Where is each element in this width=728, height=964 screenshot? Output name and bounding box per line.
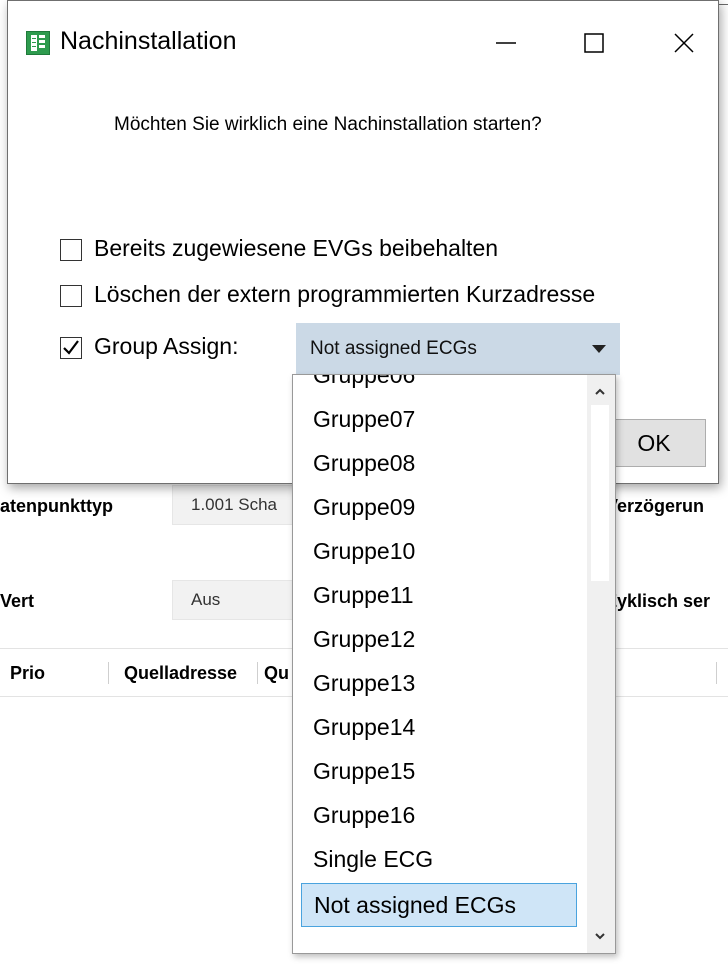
list-item[interactable]: Gruppe06 bbox=[301, 375, 577, 397]
dropdown-scrollbar[interactable] bbox=[587, 375, 615, 953]
maximize-button[interactable] bbox=[564, 17, 624, 69]
group-assign-checkbox[interactable] bbox=[60, 337, 82, 359]
list-item[interactable]: Gruppe08 bbox=[301, 441, 577, 485]
table-header-prio[interactable]: Prio bbox=[10, 663, 45, 684]
minimize-icon bbox=[496, 42, 516, 44]
list-item[interactable]: Gruppe16 bbox=[301, 793, 577, 837]
list-item[interactable]: Gruppe10 bbox=[301, 529, 577, 573]
list-item[interactable]: Gruppe09 bbox=[301, 485, 577, 529]
delete-short-address-label: Löschen der extern programmierten Kurzad… bbox=[94, 281, 596, 307]
list-item[interactable]: Gruppe12 bbox=[301, 617, 577, 661]
list-item[interactable]: Gruppe13 bbox=[301, 661, 577, 705]
scroll-down-icon[interactable] bbox=[593, 931, 607, 941]
table-header-qu[interactable]: Qu bbox=[264, 663, 289, 684]
datapoint-type-label: atenpunkttyp bbox=[0, 496, 114, 516]
scroll-up-icon[interactable] bbox=[593, 387, 607, 397]
dropdown-items: Gruppe06 Gruppe07 Gruppe08 Gruppe09 Grup… bbox=[293, 375, 585, 953]
list-item[interactable]: Gruppe07 bbox=[301, 397, 577, 441]
value-label: Vert bbox=[0, 591, 35, 611]
list-item[interactable]: Single ECG bbox=[301, 837, 577, 881]
maximize-icon bbox=[584, 33, 604, 53]
ok-button-label: OK bbox=[637, 430, 671, 456]
combobox-selected-value: Not assigned ECGs bbox=[310, 338, 477, 359]
cyclic-send-label: Zyklisch ser bbox=[606, 591, 711, 611]
keep-evgs-checkbox[interactable] bbox=[60, 239, 82, 261]
list-item-selected[interactable]: Not assigned ECGs bbox=[301, 883, 577, 927]
checkmark-icon bbox=[63, 340, 79, 355]
app-icon bbox=[26, 31, 50, 55]
minimize-button[interactable] bbox=[476, 17, 536, 69]
group-assign-label: Group Assign: bbox=[94, 333, 239, 359]
ok-button[interactable]: OK bbox=[602, 419, 706, 467]
group-assign-combobox[interactable]: Not assigned ECGs bbox=[296, 323, 620, 375]
group-assign-dropdown-list: Gruppe06 Gruppe07 Gruppe08 Gruppe09 Grup… bbox=[292, 374, 616, 954]
list-item[interactable]: Gruppe15 bbox=[301, 749, 577, 793]
delete-short-address-checkbox[interactable] bbox=[60, 285, 82, 307]
title-bar[interactable]: Nachinstallation bbox=[8, 1, 718, 83]
column-separator[interactable] bbox=[108, 662, 109, 684]
delay-label: Verzögerun bbox=[606, 496, 705, 516]
close-button[interactable] bbox=[654, 17, 714, 69]
keep-evgs-label: Bereits zugewiesene EVGs beibehalten bbox=[94, 235, 499, 261]
table-header-source-address[interactable]: Quelladresse bbox=[124, 663, 256, 684]
list-item[interactable]: Gruppe11 bbox=[301, 573, 577, 617]
column-separator[interactable] bbox=[716, 662, 717, 684]
column-separator[interactable] bbox=[257, 662, 258, 684]
value-field[interactable]: Aus bbox=[172, 580, 294, 620]
datapoint-type-field[interactable]: 1.001 Scha bbox=[172, 485, 294, 525]
dialog-title: Nachinstallation bbox=[60, 27, 237, 55]
close-icon bbox=[674, 33, 694, 53]
list-item[interactable]: Gruppe14 bbox=[301, 705, 577, 749]
chevron-down-icon bbox=[592, 345, 606, 353]
confirmation-question: Möchten Sie wirklich eine Nachinstallati… bbox=[114, 114, 542, 135]
scrollbar-thumb[interactable] bbox=[591, 405, 609, 581]
